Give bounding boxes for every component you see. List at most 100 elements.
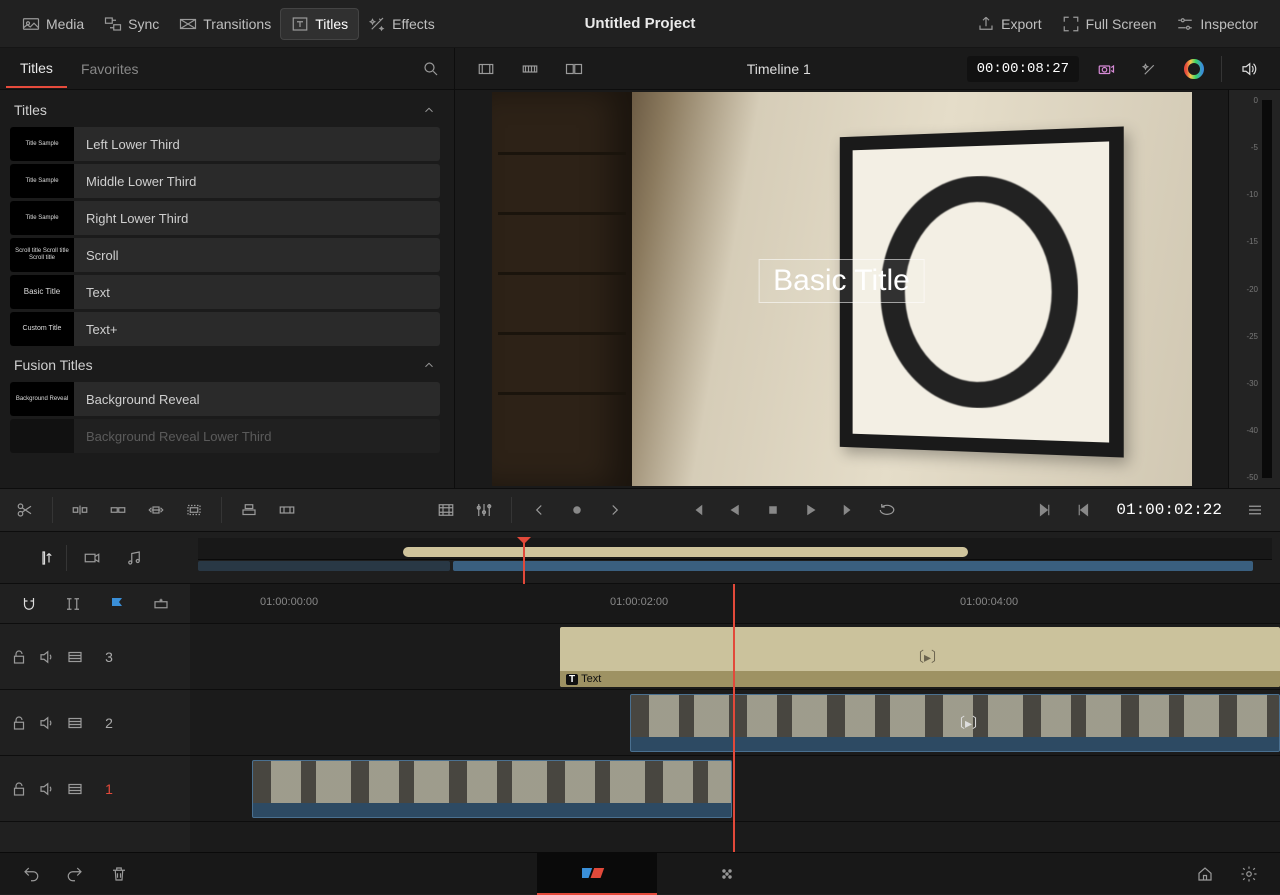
undo-button[interactable]	[14, 857, 48, 891]
marker-tool[interactable]	[56, 587, 90, 621]
play[interactable]	[794, 493, 828, 527]
bypass-button[interactable]	[1089, 52, 1123, 86]
source-overwrite[interactable]	[270, 493, 304, 527]
last-icon	[840, 501, 858, 519]
lock-icon[interactable]	[10, 714, 28, 732]
tab-titles[interactable]: Titles	[6, 50, 67, 88]
title-item[interactable]: Title SampleRight Lower Third	[10, 201, 440, 235]
track-3[interactable]: 〔▸〕 TText	[190, 624, 1280, 690]
playhead[interactable]	[733, 584, 735, 852]
colorwheel-icon	[1184, 59, 1204, 79]
chevron-down-icon	[422, 358, 436, 372]
sync-button[interactable]: Sync	[94, 9, 169, 39]
speaker-icon[interactable]	[38, 780, 56, 798]
title-item[interactable]: Custom TitleText+	[10, 312, 440, 346]
redo-button[interactable]	[58, 857, 92, 891]
prev-edit2[interactable]	[522, 493, 556, 527]
title-item[interactable]: Title SampleLeft Lower Third	[10, 127, 440, 161]
titles-browser[interactable]: Titles Title SampleLeft Lower Third Titl…	[0, 90, 455, 488]
prev-edit[interactable]	[1066, 493, 1100, 527]
stop[interactable]	[756, 493, 790, 527]
category-fusion[interactable]: Fusion Titles	[4, 349, 446, 379]
colorwheel-button[interactable]	[1177, 52, 1211, 86]
clip-video-1[interactable]	[252, 760, 732, 818]
go-start[interactable]	[680, 493, 714, 527]
title-overlay[interactable]: Basic Title	[758, 259, 925, 303]
flag-tool[interactable]	[100, 587, 134, 621]
mini-timeline[interactable]	[0, 532, 1280, 584]
home-button[interactable]	[1188, 857, 1222, 891]
film-icon[interactable]	[66, 780, 84, 798]
timeline-ruler[interactable]: 01:00:00:00 01:00:02:00 01:00:04:00	[190, 584, 1280, 624]
search-button[interactable]	[414, 52, 448, 86]
track-1[interactable]	[190, 756, 1280, 822]
loop[interactable]	[870, 493, 904, 527]
tab-favorites[interactable]: Favorites	[67, 51, 153, 87]
page-cut[interactable]	[537, 853, 657, 895]
track-header-2[interactable]: 2	[0, 690, 190, 756]
audio-only[interactable]	[117, 541, 151, 575]
media-button[interactable]: Media	[12, 9, 94, 39]
track-2[interactable]: 〔▸〕	[190, 690, 1280, 756]
speaker-icon[interactable]	[38, 648, 56, 666]
inspector-button[interactable]: Inspector	[1166, 9, 1268, 39]
track-header-3[interactable]: 3	[0, 624, 190, 690]
timeline[interactable]: 3 2 1 01:00:00:00 01:00:02:00 01:00:04:0…	[0, 584, 1280, 852]
delete-button[interactable]	[102, 857, 136, 891]
export-button[interactable]: Export	[967, 9, 1051, 39]
add-marker[interactable]	[144, 587, 178, 621]
settings-button[interactable]	[1232, 857, 1266, 891]
view-mode-1[interactable]	[469, 52, 503, 86]
category-titles[interactable]: Titles	[4, 94, 446, 124]
fullscreen-button[interactable]: Full Screen	[1052, 9, 1167, 39]
next-edit[interactable]	[1028, 493, 1062, 527]
track-headers: 3 2 1	[0, 584, 190, 852]
view-mode-2[interactable]	[513, 52, 547, 86]
film-icon[interactable]	[66, 714, 84, 732]
snap-toggle[interactable]	[12, 587, 46, 621]
clip-text[interactable]: 〔▸〕 TText	[560, 627, 1280, 687]
effects-button[interactable]: Effects	[358, 9, 445, 39]
track-header-1[interactable]: 1	[0, 756, 190, 822]
play-reverse[interactable]	[718, 493, 752, 527]
title-item[interactable]: Scroll title Scroll title Scroll titleSc…	[10, 238, 440, 272]
view-mode-3[interactable]	[557, 52, 591, 86]
cut-tool[interactable]	[8, 493, 42, 527]
next-edit2[interactable]	[598, 493, 632, 527]
tracks-body[interactable]: 01:00:00:00 01:00:02:00 01:00:04:00 〔▸〕 …	[190, 584, 1280, 852]
titles-button[interactable]: Titles	[281, 9, 358, 39]
tools-btn[interactable]	[429, 493, 463, 527]
speaker-icon[interactable]	[38, 714, 56, 732]
lock-icon[interactable]	[10, 780, 28, 798]
transitions-button[interactable]: Transitions	[169, 9, 281, 39]
viewer-timecode[interactable]: 00:00:08:27	[967, 56, 1079, 82]
ripple-overwrite[interactable]	[139, 493, 173, 527]
title-item[interactable]: Title SampleMiddle Lower Third	[10, 164, 440, 198]
clip-video-2[interactable]: 〔▸〕	[630, 694, 1280, 752]
sliders-btn[interactable]	[467, 493, 501, 527]
menu-icon	[1246, 501, 1264, 519]
meter-tick: -40	[1246, 426, 1258, 435]
title-item[interactable]: Background Reveal Lower Third	[10, 419, 440, 453]
film-icon[interactable]	[66, 648, 84, 666]
transitions-label: Transitions	[203, 16, 271, 32]
append[interactable]	[101, 493, 135, 527]
lock-icon[interactable]	[10, 648, 28, 666]
quicktool-button[interactable]	[1133, 52, 1167, 86]
media-icon	[22, 15, 40, 33]
closeup[interactable]	[177, 493, 211, 527]
mute-button[interactable]	[1232, 52, 1266, 86]
timeline-name[interactable]: Timeline 1	[601, 61, 957, 77]
title-item[interactable]: Basic TitleText	[10, 275, 440, 309]
timeline-menu[interactable]	[1238, 493, 1272, 527]
viewer[interactable]: Basic Title	[455, 90, 1228, 488]
go-end[interactable]	[832, 493, 866, 527]
title-item[interactable]: Background RevealBackground Reveal	[10, 382, 440, 416]
smart-insert[interactable]	[63, 493, 97, 527]
record[interactable]	[560, 493, 594, 527]
page-edit[interactable]	[667, 853, 787, 895]
track-number: 2	[94, 715, 124, 731]
transport-timecode[interactable]: 01:00:02:22	[1116, 501, 1222, 519]
place-on-top[interactable]	[232, 493, 266, 527]
video-only[interactable]	[75, 541, 109, 575]
